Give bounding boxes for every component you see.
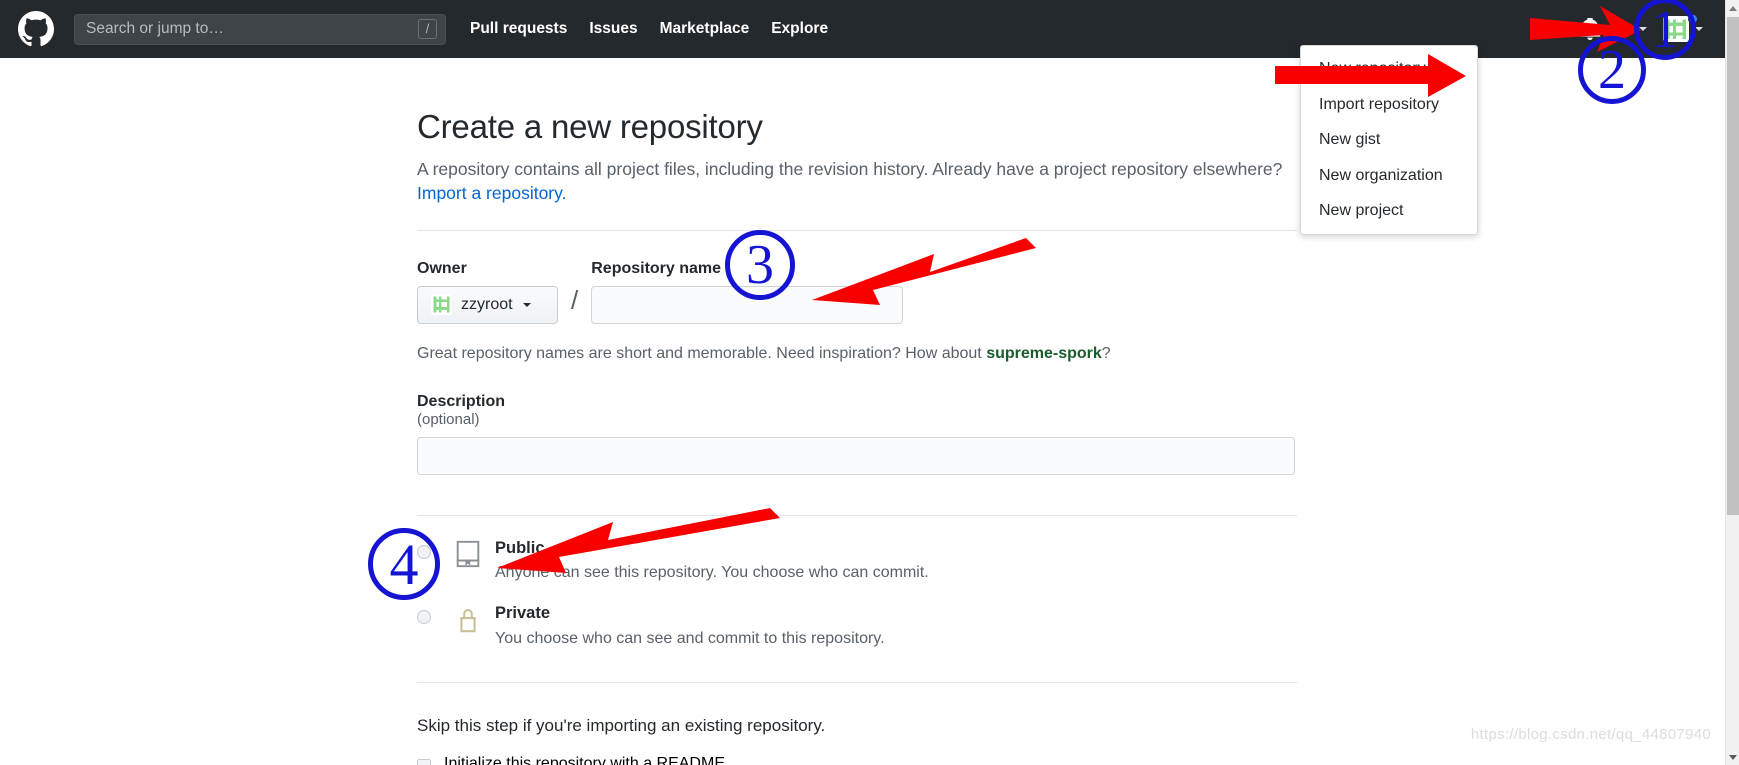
browser-page: Search or jump to… / Pull requests Issue…: [0, 0, 1739, 765]
chevron-down-icon: [1639, 27, 1647, 31]
nav-item-issues[interactable]: Issues: [589, 20, 637, 38]
header-nav: Pull requests Issues Marketplace Explore: [470, 20, 828, 38]
create-new-button[interactable]: +: [1619, 14, 1647, 43]
user-avatar-identicon: [1663, 16, 1689, 42]
chevron-down-icon: [522, 302, 531, 307]
suggested-repo-name: supreme-spork: [986, 344, 1102, 362]
create-new-dropdown-menu: New repository Import repository New gis…: [1300, 45, 1478, 235]
chevron-down-icon: [1695, 27, 1703, 31]
arrow-down-icon: [1729, 754, 1737, 760]
scrollbar-thumb[interactable]: [1727, 17, 1739, 515]
search-placeholder: Search or jump to…: [86, 20, 224, 37]
plus-icon: +: [1619, 14, 1634, 43]
visibility-option-private[interactable]: Private You choose who can see and commi…: [417, 602, 1297, 649]
search-input[interactable]: Search or jump to… /: [74, 13, 446, 45]
notification-dot: [1688, 14, 1698, 24]
vertical-scrollbar[interactable]: [1725, 0, 1739, 765]
divider-skip: [417, 681, 1297, 683]
avatar[interactable]: [1663, 14, 1703, 42]
visibility-private-text: Private You choose who can see and commi…: [495, 602, 885, 649]
divider-top: [417, 229, 1297, 231]
menu-item-new-organization[interactable]: New organization: [1301, 158, 1477, 194]
menu-item-new-gist[interactable]: New gist: [1301, 122, 1477, 158]
nav-item-pull-requests[interactable]: Pull requests: [470, 20, 567, 38]
owner-and-name-row: Owner zzyroot / Repository name: [417, 260, 1297, 324]
repository-name-hint: Great repository names are short and mem…: [417, 343, 1297, 365]
readme-checkbox[interactable]: [417, 758, 431, 765]
github-logo-icon[interactable]: [18, 11, 54, 47]
visibility-private-desc: You choose who can see and commit to thi…: [495, 629, 885, 647]
divider-visibility: [417, 515, 1297, 517]
description-optional-label: (optional): [417, 411, 480, 429]
nav-item-explore[interactable]: Explore: [771, 20, 828, 38]
owner-field: Owner zzyroot: [417, 260, 558, 324]
visibility-public-text: Public Anyone can see this repository. Y…: [495, 537, 929, 584]
visibility-public-title: Public: [495, 539, 545, 558]
scroll-up-button[interactable]: [1726, 0, 1739, 16]
readme-label: Initialize this repository with a README: [444, 754, 725, 765]
notifications-bell-icon[interactable]: [1579, 16, 1601, 40]
page-title: Create a new repository: [417, 108, 763, 145]
owner-label: Owner: [417, 259, 467, 277]
radio-private[interactable]: [417, 610, 431, 625]
description-label: Description: [417, 393, 506, 411]
visibility-private-title: Private: [495, 604, 551, 623]
owner-name: zzyroot: [461, 295, 513, 313]
owner-identicon-icon: [431, 294, 452, 316]
arrow-up-icon: [1729, 5, 1737, 11]
skip-step-text: Skip this step if you're importing an ex…: [417, 715, 826, 735]
watermark: https://blog.csdn.net/qq_44807940: [1470, 726, 1711, 743]
header-right-controls: +: [1579, 14, 1711, 43]
page-subtitle: A repository contains all project files,…: [417, 159, 1283, 180]
repository-name-field: Repository name: [591, 259, 904, 324]
description-input[interactable]: [417, 437, 1295, 476]
menu-item-new-project[interactable]: New project: [1301, 193, 1477, 229]
description-field: Description (optional): [417, 393, 1297, 476]
lock-icon: [451, 604, 485, 634]
visibility-option-public[interactable]: Public Anyone can see this repository. Y…: [417, 537, 1297, 584]
owner-select-button[interactable]: zzyroot: [417, 285, 558, 324]
readme-checkbox-row[interactable]: Initialize this repository with a README: [417, 755, 1297, 765]
repo-book-icon: [451, 539, 485, 569]
nav-item-marketplace[interactable]: Marketplace: [660, 20, 750, 38]
repository-name-input[interactable]: [591, 285, 904, 324]
menu-item-new-repository[interactable]: New repository: [1301, 51, 1477, 87]
import-repository-link[interactable]: Import a repository.: [417, 183, 566, 203]
owner-name-separator: /: [571, 284, 579, 315]
hint-suffix: ?: [1101, 344, 1111, 362]
visibility-public-desc: Anyone can see this repository. You choo…: [495, 564, 929, 582]
menu-item-import-repository[interactable]: Import repository: [1301, 87, 1477, 123]
hint-prefix: Great repository names are short and mem…: [417, 344, 987, 362]
search-shortcut-key: /: [418, 19, 437, 39]
scroll-down-button[interactable]: [1726, 749, 1739, 765]
new-repo-form: Create a new repository A repository con…: [417, 58, 1297, 765]
radio-public[interactable]: [417, 545, 431, 560]
repository-name-label: Repository name: [591, 259, 722, 277]
